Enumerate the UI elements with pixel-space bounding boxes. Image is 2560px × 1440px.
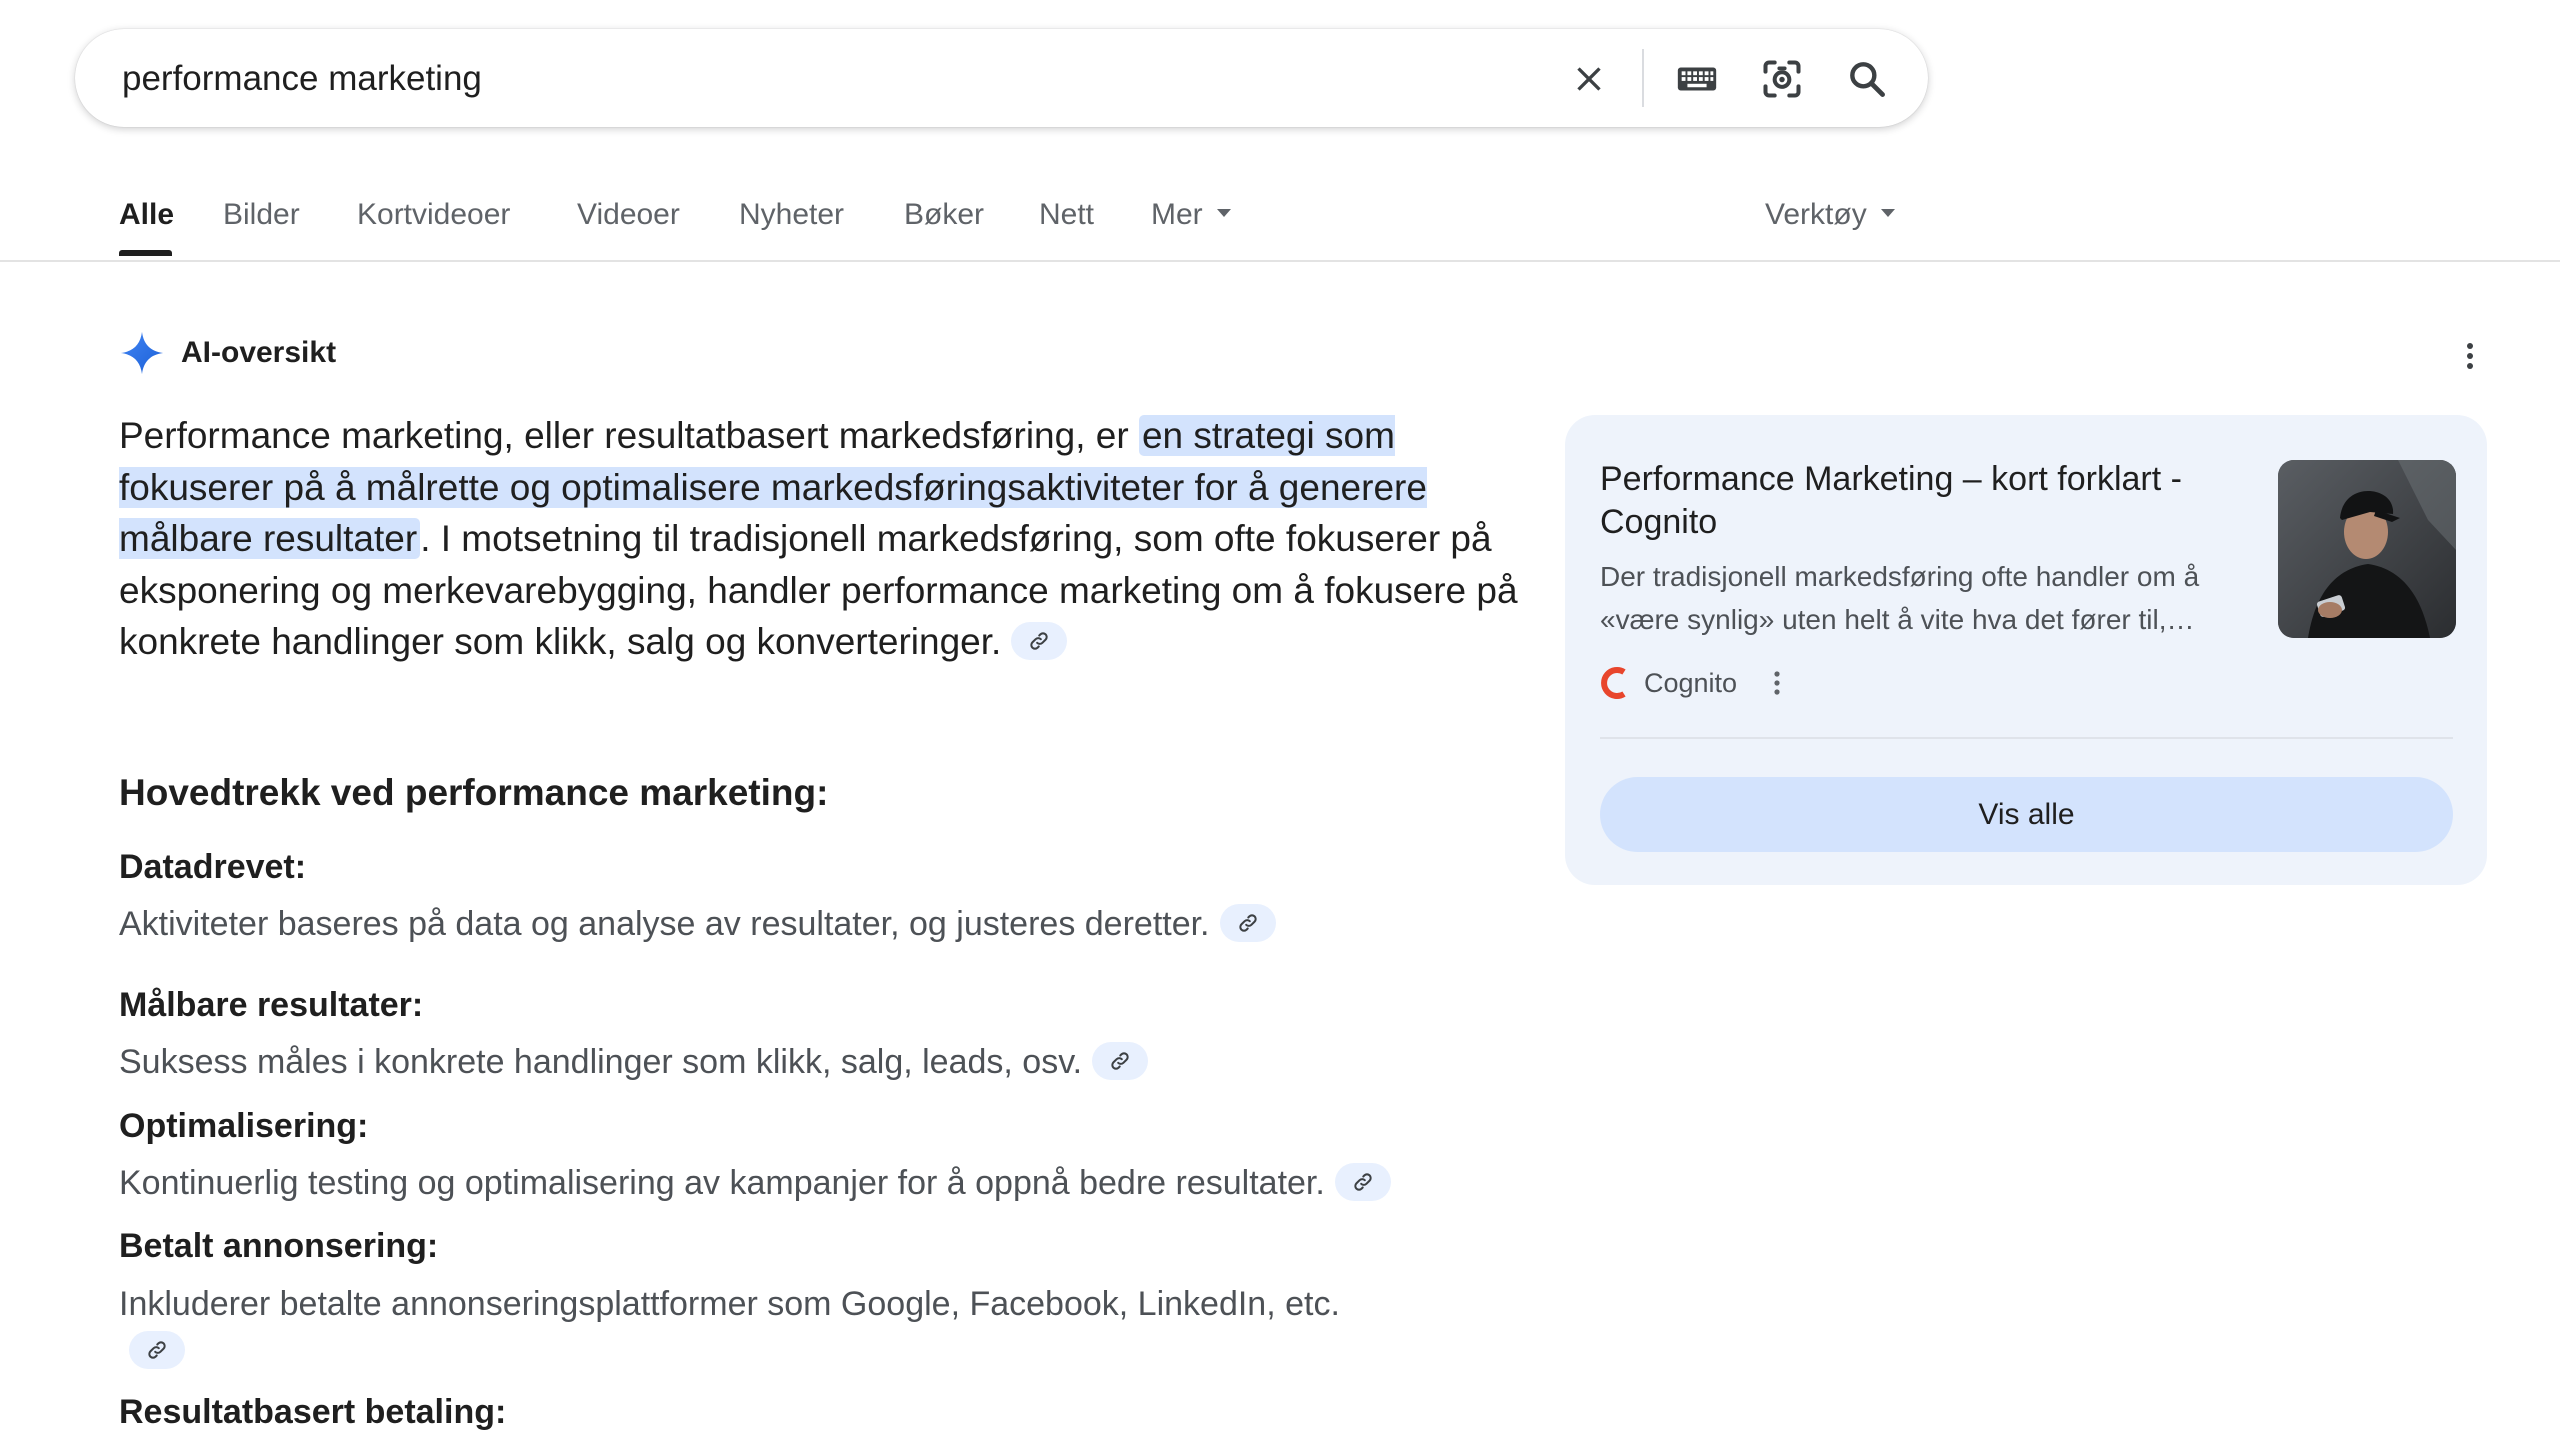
source-card-source: Cognito — [1600, 663, 1787, 703]
close-icon — [1577, 67, 1601, 91]
source-options-button[interactable] — [1767, 663, 1787, 703]
source-link-chip[interactable] — [1334, 1163, 1391, 1202]
keyboard-icon — [1677, 67, 1717, 91]
tab-nyheter[interactable]: Nyheter — [739, 198, 844, 232]
search-bar-divider — [1642, 49, 1644, 107]
source-card-thumbnail[interactable] — [2278, 460, 2456, 638]
search-icon — [1850, 62, 1885, 97]
tools-label: Verktøy — [1765, 198, 1867, 231]
feature-title: Resultatbasert betaling: — [119, 1393, 507, 1431]
search-bar — [75, 29, 1928, 127]
active-tab-indicator — [119, 250, 172, 256]
feature-title: Optimalisering: — [119, 1107, 369, 1145]
search-input[interactable] — [120, 51, 1574, 107]
feature-title: Betalt annonsering: — [119, 1227, 439, 1265]
ai-overview-header: AI-oversikt — [119, 330, 336, 376]
more-vert-icon — [1774, 671, 1780, 695]
source-link-chip[interactable] — [129, 1331, 185, 1370]
link-icon — [1111, 1052, 1129, 1070]
tab-kortvideoer[interactable]: Kortvideoer — [357, 198, 510, 232]
link-icon — [148, 1341, 166, 1359]
link-icon — [1030, 632, 1048, 650]
tab-mer[interactable]: Mer — [1151, 198, 1231, 232]
cognito-logo-icon — [1601, 667, 1626, 699]
feature-title: Datadrevet: — [119, 848, 307, 886]
image-search-button[interactable] — [1756, 53, 1808, 105]
tools-button[interactable]: Verktøy — [1765, 198, 1895, 232]
source-link-chip[interactable] — [1219, 904, 1276, 943]
feature-description-text: Suksess måles i konkrete handlinger som … — [119, 1043, 1083, 1081]
source-name[interactable]: Cognito — [1644, 668, 1737, 699]
source-link-chip[interactable] — [1011, 622, 1068, 661]
feature-description: Suksess måles i konkrete handlinger som … — [119, 1039, 1419, 1086]
feature-description-text: Inkluderer betalte annonseringsplattform… — [119, 1285, 1340, 1323]
feature-description: Kontinuerlig testing og optimalisering a… — [119, 1160, 1419, 1207]
tab-bilder[interactable]: Bilder — [223, 198, 300, 232]
more-vert-icon — [2467, 343, 2473, 369]
source-card-divider — [1600, 737, 2453, 739]
lens-icon — [1763, 60, 1801, 98]
chevron-down-icon — [1880, 209, 1895, 218]
link-icon — [1354, 1173, 1372, 1191]
source-card: Performance Marketing – kort forklart - … — [1565, 415, 2487, 885]
sparkle-icon — [120, 331, 164, 375]
ai-overview-title: AI-oversikt — [181, 336, 337, 369]
person-photo — [2278, 460, 2456, 638]
source-card-snippet: Der tradisjonell markedsføring ofte hand… — [1600, 561, 2200, 635]
section-heading: Hovedtrekk ved performance marketing: — [119, 772, 829, 813]
summary-text: Performance marketing, eller resultatbas… — [119, 415, 1139, 456]
feature-description-text: Aktiviteter baseres på data og analyse a… — [119, 905, 1210, 943]
show-all-button[interactable]: Vis alle — [1600, 777, 2453, 852]
tab-videoer[interactable]: Videoer — [577, 198, 680, 232]
feature-description: Aktiviteter baseres på data og analyse a… — [119, 901, 1419, 948]
tab-mer-label: Mer — [1151, 198, 1203, 231]
chevron-down-icon — [1216, 209, 1231, 218]
feature-description-text: Kontinuerlig testing og optimalisering a… — [119, 1164, 1325, 1202]
tab-alle[interactable]: Alle — [119, 198, 174, 232]
tab-nett[interactable]: Nett — [1039, 198, 1094, 232]
link-icon — [1238, 914, 1257, 932]
search-button[interactable] — [1841, 53, 1893, 105]
keyboard-button[interactable] — [1671, 53, 1723, 105]
feature-title: Målbare resultater: — [119, 986, 424, 1024]
ai-overview-menu-button[interactable] — [2452, 336, 2488, 376]
source-card-title[interactable]: Performance Marketing – kort forklart - … — [1600, 458, 2220, 544]
search-tabs: Alle Bilder Kortvideoer Videoer Nyheter … — [0, 180, 2560, 262]
feature-description: Inkluderer betalte annonseringsplattform… — [119, 1281, 1369, 1375]
tab-boker[interactable]: Bøker — [904, 198, 984, 232]
ai-overview-summary: Performance marketing, eller resultatbas… — [119, 410, 1519, 668]
clear-button[interactable] — [1563, 53, 1615, 105]
source-link-chip[interactable] — [1092, 1042, 1149, 1081]
